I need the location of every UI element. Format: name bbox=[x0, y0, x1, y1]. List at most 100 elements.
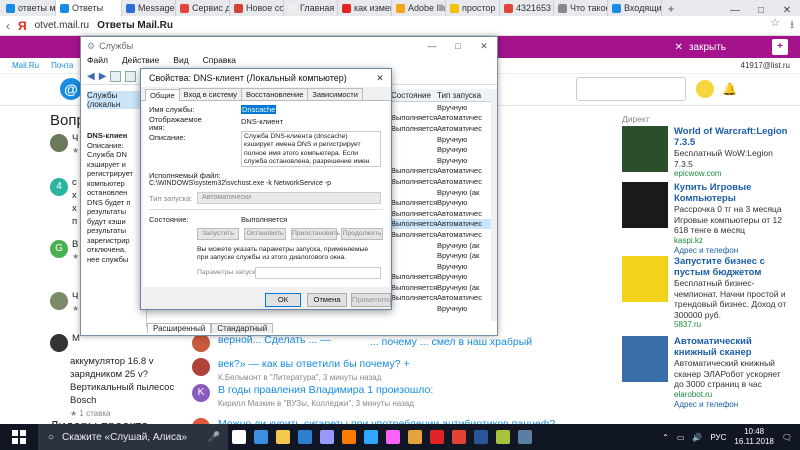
start-button[interactable] bbox=[0, 424, 38, 450]
url-text[interactable]: otvet.mail.ru bbox=[35, 20, 89, 31]
tab-recovery[interactable]: Восстановление bbox=[241, 88, 309, 100]
ad-domain[interactable]: 5837.ru bbox=[674, 320, 792, 330]
services-titlebar[interactable]: ⚙ Службы — □ ✕ bbox=[81, 37, 497, 55]
minimize-button[interactable]: — bbox=[419, 41, 445, 52]
browser-tab[interactable]: простор bbox=[446, 0, 500, 16]
ask-question-button[interactable] bbox=[576, 77, 686, 101]
column-status[interactable]: Состояние bbox=[391, 91, 439, 100]
store-icon[interactable] bbox=[294, 424, 316, 450]
maximize-button[interactable]: □ bbox=[445, 41, 471, 52]
avatar[interactable] bbox=[192, 358, 210, 376]
plus-button[interactable]: + bbox=[772, 39, 788, 55]
language-indicator[interactable]: РУС bbox=[710, 433, 726, 442]
ad-item[interactable]: World of Warcraft:Legion 7.3.5 Бесплатный… bbox=[622, 126, 792, 179]
params-input[interactable] bbox=[255, 267, 381, 279]
illustrator-icon[interactable] bbox=[338, 424, 360, 450]
new-tab-icon[interactable]: + bbox=[662, 2, 680, 16]
description-box[interactable]: Служба DNS-клиента (dnscache) кэширует и… bbox=[241, 131, 381, 167]
chevron-up-icon[interactable]: ⌃ bbox=[662, 433, 669, 442]
service-name-value[interactable]: Dnscache bbox=[241, 105, 277, 114]
avatar[interactable] bbox=[50, 292, 68, 310]
question-snippet[interactable]: В bbox=[72, 238, 78, 251]
browser-tab[interactable]: Что такое bbox=[554, 0, 608, 16]
apply-button[interactable]: Применить bbox=[351, 293, 391, 307]
feed-item[interactable]: верной... Сделать ... — bbox=[192, 334, 592, 352]
download-icon[interactable]: ⭳ bbox=[790, 16, 794, 35]
menu-item[interactable]: Справка bbox=[203, 55, 236, 69]
ad-title[interactable]: Купить Игровые Компьютеры bbox=[674, 182, 792, 204]
mailnav-link[interactable]: Mail.Ru bbox=[12, 61, 39, 70]
app-icon[interactable] bbox=[492, 424, 514, 450]
maximize-button[interactable]: □ bbox=[748, 5, 774, 16]
ad-domain[interactable]: epicwow.com bbox=[674, 169, 792, 179]
ad-item[interactable]: Купить Игровые Компьютеры Рассрочка 0 тг … bbox=[622, 182, 792, 256]
browser-tab[interactable]: Входящи bbox=[608, 0, 662, 16]
mailnav-link[interactable]: Почта bbox=[51, 61, 73, 70]
tree-item-services[interactable]: Службы (локальн bbox=[87, 91, 144, 109]
microphone-icon[interactable]: 🎤 bbox=[208, 432, 228, 443]
dialog-titlebar[interactable]: Свойства: DNS-клиент (Локальный компьюте… bbox=[141, 69, 391, 87]
ad-extra-link[interactable]: Адрес и телефон bbox=[674, 400, 792, 410]
ad-thumbnail[interactable] bbox=[622, 256, 668, 302]
browser-tab[interactable]: Сервис д bbox=[176, 0, 230, 16]
feed-question[interactable]: век?» — как вы ответили бы почему? + bbox=[218, 358, 410, 371]
browser-tab[interactable]: Messages bbox=[122, 0, 176, 16]
back-arrow-icon[interactable]: ◀ bbox=[87, 71, 95, 82]
forward-arrow-icon[interactable]: ▶ bbox=[99, 71, 107, 82]
promo-close-label[interactable]: закрыть bbox=[689, 42, 726, 53]
tab-logon[interactable]: Вход в систему bbox=[178, 88, 242, 100]
start-type-select[interactable]: Автоматически bbox=[197, 192, 381, 204]
points-icon[interactable] bbox=[696, 80, 714, 98]
back-button[interactable]: ‹ bbox=[6, 19, 10, 33]
display-name-value[interactable]: DNS-клиент bbox=[241, 117, 283, 126]
after-effects-icon[interactable] bbox=[316, 424, 338, 450]
minimize-button[interactable]: — bbox=[722, 5, 748, 16]
avatar[interactable]: 4 bbox=[50, 178, 68, 196]
word-icon[interactable] bbox=[470, 424, 492, 450]
tab-general[interactable]: Общие bbox=[145, 89, 180, 101]
browser-tab[interactable]: Новое со bbox=[230, 0, 284, 16]
resume-button[interactable]: Продолжить bbox=[341, 228, 383, 240]
ad-domain[interactable]: elarobot.ru bbox=[674, 390, 792, 400]
photoshop-icon[interactable] bbox=[360, 424, 382, 450]
ad-item[interactable]: Запустите бизнес с пустым бюджетом Беспла… bbox=[622, 256, 792, 330]
volume-icon[interactable]: 🔊 bbox=[692, 433, 702, 442]
executable-path[interactable]: C:\WINDOWS\system32\svchost.exe -k Netwo… bbox=[149, 180, 331, 187]
close-icon[interactable]: ✕ bbox=[675, 42, 683, 53]
avatar[interactable]: K bbox=[192, 384, 210, 402]
edge-icon[interactable] bbox=[250, 424, 272, 450]
browser-tab[interactable]: Ответы bbox=[56, 0, 122, 16]
ad-title[interactable]: World of Warcraft:Legion 7.3.5 bbox=[674, 126, 792, 148]
tab-extended[interactable]: Расширенный bbox=[147, 323, 212, 333]
start-button[interactable]: Запустить bbox=[197, 228, 239, 240]
media-icon[interactable] bbox=[404, 424, 426, 450]
browser-tab[interactable]: как измен bbox=[338, 0, 392, 16]
ad-thumbnail[interactable] bbox=[622, 336, 668, 382]
ad-title[interactable]: Автоматический книжный сканер bbox=[674, 336, 792, 358]
feed-item[interactable]: век?» — как вы ответили бы почему? + К.Бе… bbox=[192, 358, 592, 382]
tab-dependencies[interactable]: Зависимости bbox=[307, 88, 363, 100]
stop-button[interactable]: Остановить bbox=[244, 228, 286, 240]
feed-item[interactable]: K В годы правления Владимира 1 произошло:… bbox=[192, 384, 592, 408]
clock[interactable]: 10:48 16.11.2018 bbox=[734, 427, 773, 447]
column-start-type[interactable]: Тип запуска bbox=[437, 91, 489, 100]
services-tree[interactable]: Службы (локальн DNS-клиен Описание: Служб… bbox=[85, 89, 147, 327]
notifications-icon[interactable]: 🗨 bbox=[782, 433, 792, 442]
console-tree-icon[interactable] bbox=[110, 71, 122, 82]
avatar[interactable] bbox=[50, 334, 68, 352]
ad-extra-link[interactable]: Адрес и телефон bbox=[674, 246, 792, 256]
bookmark-icon[interactable]: ☆ bbox=[770, 16, 780, 35]
ad-item[interactable]: Автоматический книжный сканер Автоматичес… bbox=[622, 336, 792, 410]
question-snippet[interactable]: Ч bbox=[72, 132, 78, 145]
bell-icon[interactable]: 🔔 bbox=[722, 82, 737, 96]
ad-thumbnail[interactable] bbox=[622, 126, 668, 172]
menu-item[interactable]: Файл bbox=[87, 55, 108, 69]
menu-item[interactable]: Действие bbox=[122, 55, 159, 69]
ad-thumbnail[interactable] bbox=[622, 182, 668, 228]
otvet-logo[interactable]: @ bbox=[60, 78, 82, 100]
tab-standard[interactable]: Стандартный bbox=[211, 323, 274, 333]
yandex-icon[interactable] bbox=[448, 424, 470, 450]
question-snippet[interactable]: М bbox=[72, 332, 80, 345]
yandex-icon[interactable]: Я bbox=[18, 19, 27, 33]
browser-tab[interactable]: Adobe Illu bbox=[392, 0, 446, 16]
